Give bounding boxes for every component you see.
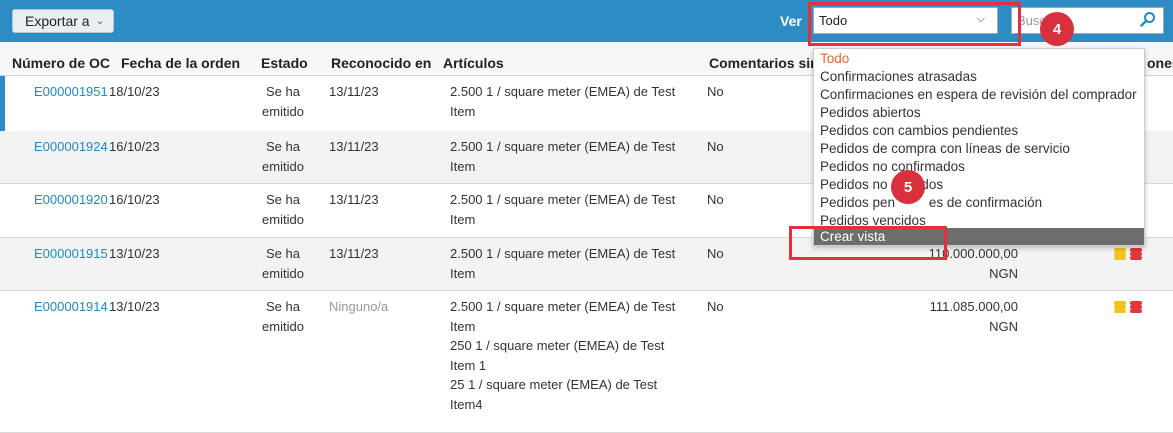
po-link[interactable]: E000001915	[34, 244, 108, 264]
order-date: 13/10/23	[109, 246, 160, 261]
po-link[interactable]: E000001920	[34, 190, 108, 210]
menu-item-todo[interactable]: Todo	[820, 51, 849, 66]
export-label: Exportar a	[25, 13, 90, 29]
acknowledged-date: 13/11/23	[329, 246, 379, 261]
export-button[interactable]: Exportar a ⌄	[12, 9, 114, 33]
column-header-po[interactable]: Número de OC	[12, 55, 110, 71]
view-label: Ver	[780, 13, 802, 29]
comments: No	[707, 139, 724, 154]
actions[interactable]	[1113, 299, 1143, 315]
po-link[interactable]: E000001924	[34, 137, 108, 157]
highlight-box-view-select	[808, 2, 1021, 46]
status: Se ha emitido	[262, 139, 304, 174]
view-dropdown-menu: Todo Confirmaciones atrasadas Confirmaci…	[813, 48, 1145, 246]
menu-item[interactable]: Pedidos pen es de confirmación	[820, 195, 1042, 210]
menu-item[interactable]: Pedidos no confirmados	[820, 159, 965, 174]
coin-stack-icon[interactable]	[1113, 299, 1143, 315]
items: 2.500 1 / square meter (EMEA) de Test Ite…	[450, 246, 676, 281]
order-date: 16/10/23	[109, 139, 160, 154]
menu-item[interactable]: Confirmaciones en espera de revisión del…	[820, 87, 1137, 102]
status: Se ha emitido	[262, 299, 304, 334]
items: 2.500 1 / square meter (EMEA) de Test Ite…	[450, 84, 676, 119]
column-header-comentarios[interactable]: Comentarios sin	[709, 55, 819, 71]
step-badge-4: 4	[1040, 12, 1074, 46]
total: 111.085.000,00 NGN	[929, 299, 1018, 334]
status: Se ha emitido	[262, 84, 304, 119]
row-selected-indicator	[0, 76, 5, 131]
order-date: 16/10/23	[109, 192, 160, 207]
items: 2.500 1 / square meter (EMEA) de Test Ite…	[450, 139, 676, 174]
acknowledged-date: 13/11/23	[329, 192, 379, 207]
column-header-articulos[interactable]: Artículos	[443, 55, 504, 71]
column-header-date[interactable]: Fecha de la orden	[121, 55, 240, 71]
column-header-estado[interactable]: Estado	[261, 55, 308, 71]
menu-item[interactable]: Pedidos abiertos	[820, 105, 921, 120]
order-date: 13/10/23	[109, 299, 160, 314]
items: 2.500 1 / square meter (EMEA) de Test Ite…	[450, 299, 676, 412]
acknowledged-date: 13/11/23	[329, 84, 379, 99]
comments: No	[707, 299, 724, 314]
po-link[interactable]: E000001914	[34, 297, 108, 317]
menu-item[interactable]: Pedidos con cambios pendientes	[820, 123, 1018, 138]
search-input[interactable]: Busc	[1011, 7, 1164, 34]
status: Se ha emitido	[262, 192, 304, 227]
chevron-down-icon: ⌄	[95, 15, 104, 27]
highlight-box-create-view	[789, 226, 947, 260]
search-icon[interactable]	[1140, 11, 1156, 27]
coin-stack-icon[interactable]	[1113, 246, 1143, 262]
column-header-reconocido[interactable]: Reconocido en	[331, 55, 431, 71]
menu-item[interactable]: Confirmaciones atrasadas	[820, 69, 977, 84]
actions[interactable]	[1113, 246, 1143, 262]
acknowledged-date: Ninguno/a	[329, 299, 389, 314]
order-date: 18/10/23	[109, 84, 160, 99]
menu-item[interactable]: Pedidos de compra con líneas de servicio	[820, 141, 1070, 156]
po-link[interactable]: E000001951	[34, 82, 108, 102]
comments: No	[707, 192, 724, 207]
comments: No	[707, 246, 724, 261]
step-badge-5: 5	[891, 170, 925, 204]
column-header-acciones[interactable]: ones	[1147, 55, 1173, 71]
items: 2.500 1 / square meter (EMEA) de Test Ite…	[450, 192, 676, 227]
acknowledged-date: 13/11/23	[329, 139, 379, 154]
comments: No	[707, 84, 724, 99]
table-row[interactable]: E000001914 13/10/23 Se ha emitido Ninguno…	[0, 291, 1173, 433]
status: Se ha emitido	[262, 246, 304, 281]
